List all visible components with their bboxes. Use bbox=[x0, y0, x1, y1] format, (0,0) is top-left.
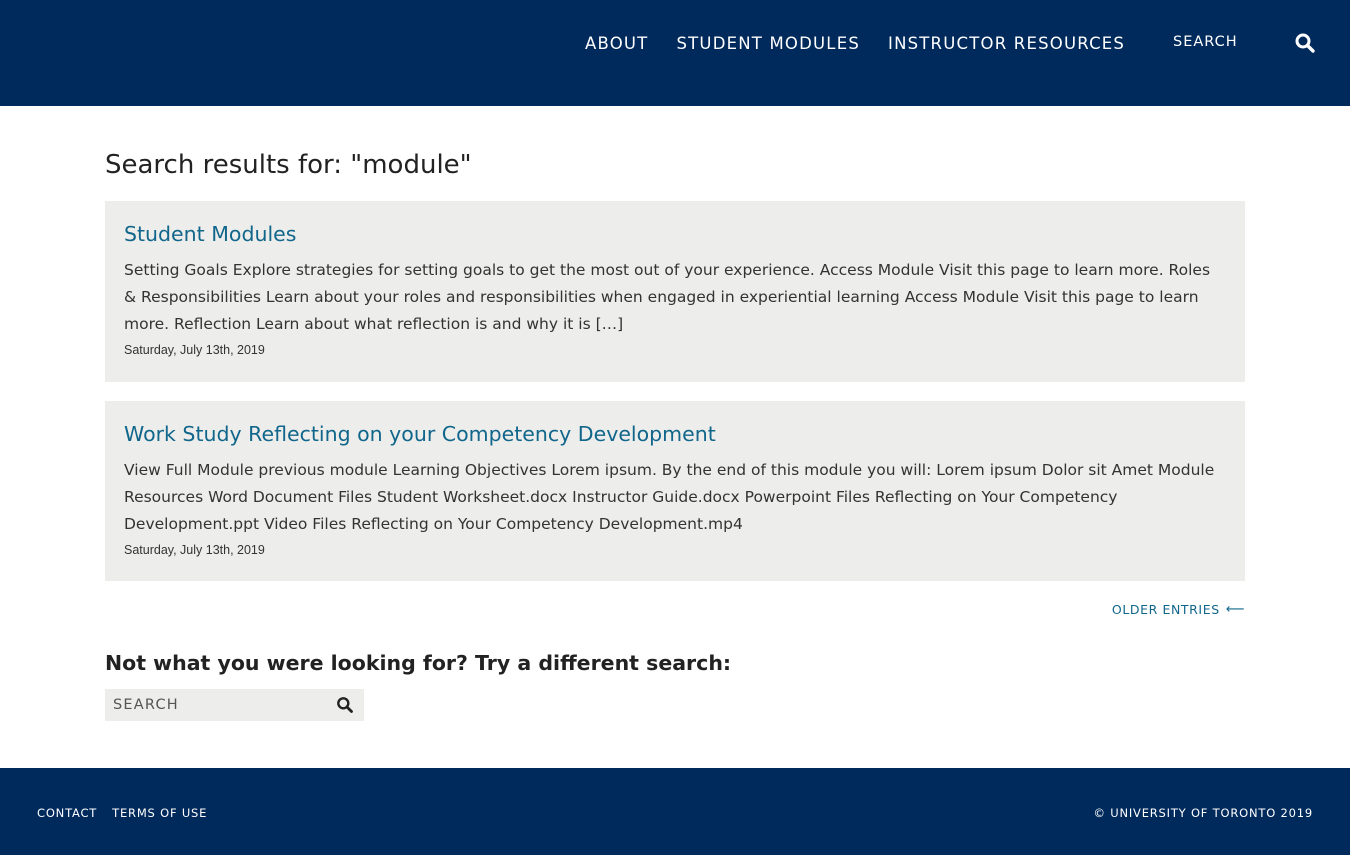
nav-instructor-resources[interactable]: INSTRUCTOR RESOURCES bbox=[888, 34, 1125, 53]
nav-about[interactable]: ABOUT bbox=[585, 34, 648, 53]
result-excerpt: Setting Goals Explore strategies for set… bbox=[124, 261, 1211, 333]
footer-terms-link[interactable]: TERMS OF USE bbox=[112, 806, 207, 820]
result-excerpt: View Full Module previous module Learnin… bbox=[124, 461, 1215, 533]
footer-contact-link[interactable]: CONTACT bbox=[37, 806, 97, 820]
arrow-left-icon: ⟵ bbox=[1225, 602, 1245, 617]
search-icon[interactable] bbox=[336, 696, 354, 714]
search-input[interactable] bbox=[105, 689, 330, 721]
result-title-link[interactable]: Student Modules bbox=[124, 221, 1226, 247]
search-icon[interactable] bbox=[1294, 32, 1316, 54]
site-header: ABOUT STUDENT MODULES INSTRUCTOR RESOURC… bbox=[0, 0, 1350, 106]
footer-links: CONTACT TERMS OF USE bbox=[37, 806, 222, 820]
search-result: Student Modules Setting Goals Explore st… bbox=[105, 201, 1245, 382]
result-date: Saturday, July 13th, 2019 bbox=[124, 343, 265, 357]
older-entries-link[interactable]: OLDER ENTRIES ⟵ bbox=[1112, 602, 1245, 617]
site-footer: CONTACT TERMS OF USE © UNIVERSITY OF TOR… bbox=[0, 768, 1350, 855]
nav-student-modules[interactable]: STUDENT MODULES bbox=[676, 34, 860, 53]
not-found-heading: Not what you were looking for? Try a dif… bbox=[105, 651, 732, 675]
search-result: Work Study Reflecting on your Competency… bbox=[105, 401, 1245, 581]
header-search-input[interactable]: SEARCH bbox=[1173, 34, 1238, 50]
search-form bbox=[105, 689, 364, 721]
copyright-text: © UNIVERSITY OF TORONTO 2019 bbox=[1093, 806, 1313, 820]
result-date: Saturday, July 13th, 2019 bbox=[124, 543, 265, 557]
older-entries-label: OLDER ENTRIES bbox=[1111, 602, 1220, 617]
page-title: Search results for: "module" bbox=[105, 150, 472, 180]
main-nav: ABOUT STUDENT MODULES INSTRUCTOR RESOURC… bbox=[585, 32, 1153, 54]
result-title-link[interactable]: Work Study Reflecting on your Competency… bbox=[124, 421, 1226, 447]
